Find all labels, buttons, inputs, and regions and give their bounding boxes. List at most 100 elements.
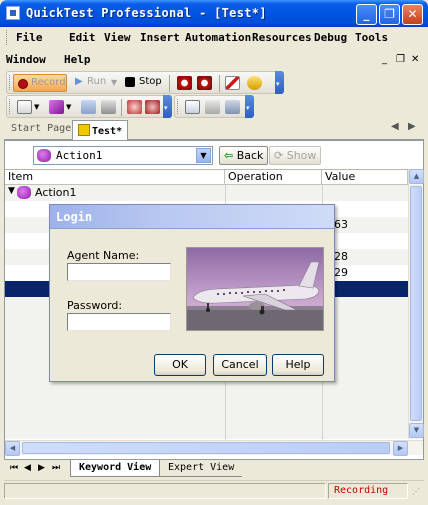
scroll-right-icon[interactable]: ▶ (393, 441, 408, 456)
next-tab-icon[interactable]: ▶ (38, 463, 45, 473)
tab-scroll-right-icon[interactable]: ▶ (408, 121, 416, 132)
table-row[interactable]: ▼ Action1 (5, 185, 423, 201)
menu-help[interactable]: Help (64, 53, 91, 66)
column-header-operation[interactable]: Operation (225, 170, 322, 185)
insert-checkpoint-icon[interactable] (177, 76, 192, 90)
prev-tab-icon[interactable]: ◀ (24, 463, 31, 473)
tab-scroll-left-icon[interactable]: ◀ (391, 121, 399, 132)
menu-window[interactable]: Window (6, 53, 46, 66)
new-step-icon[interactable] (17, 100, 32, 114)
breakpoint-icon[interactable] (127, 100, 142, 114)
ok-button[interactable]: OK (154, 354, 206, 376)
automation-toolbar: Record ▶ Run ▼ Stop (6, 71, 284, 94)
show-button-label: Show (286, 149, 317, 162)
bulb-icon[interactable] (247, 76, 262, 90)
record-label: Record (31, 77, 66, 88)
clear-breakpoints-icon[interactable] (145, 100, 160, 114)
toolbar-separator (219, 75, 220, 92)
title-bar[interactable]: QuickTest Professional - [Test*] _ ❐ ✕ (0, 0, 428, 27)
tab-test-label: Test* (92, 126, 123, 137)
resize-grip-icon[interactable]: ⋰ (412, 487, 420, 496)
record-button[interactable]: Record (13, 74, 67, 92)
password-label: Password: (67, 299, 123, 312)
menu-tools[interactable]: Tools (355, 31, 388, 44)
menu-grip[interactable] (6, 30, 9, 45)
password-field[interactable] (67, 313, 171, 331)
toolbar-grip[interactable] (177, 99, 180, 114)
toolbar-grip[interactable] (9, 75, 12, 90)
last-tab-icon[interactable]: ⏭ (52, 463, 60, 473)
cancel-button[interactable]: Cancel (213, 354, 267, 376)
scroll-thumb[interactable] (410, 186, 422, 421)
toolbar-grip[interactable] (9, 99, 12, 114)
mdi-close-button[interactable]: ✕ (411, 54, 419, 65)
test-icon (78, 124, 90, 136)
run-button[interactable]: Run (87, 76, 106, 87)
first-tab-icon[interactable]: ⏮ (10, 463, 18, 473)
stop-button[interactable]: Stop (139, 76, 162, 87)
dropdown-icon[interactable]: ▼ (66, 103, 71, 111)
tab-expert-view[interactable]: Expert View (160, 460, 243, 477)
close-button[interactable]: ✕ (402, 4, 423, 25)
collapse-icon[interactable]: ▼ (8, 186, 15, 196)
recording-status: Recording (334, 485, 389, 496)
tab-test[interactable]: Test* (72, 120, 129, 140)
action-icon (17, 186, 31, 199)
debug-viewer-icon[interactable] (225, 100, 240, 114)
back-button[interactable]: ⇦ Back (219, 146, 269, 165)
tree-root-label: Action1 (35, 186, 77, 199)
object-spy-icon[interactable] (81, 100, 96, 114)
mdi-restore-button[interactable]: ❐ (396, 54, 405, 65)
mdi-minimize-button[interactable]: _ (382, 54, 387, 65)
scroll-up-icon[interactable]: ▲ (409, 169, 424, 184)
minimize-button[interactable]: _ (356, 4, 377, 25)
toolbar-options-icon[interactable] (275, 71, 284, 94)
column-header-item[interactable]: Item (5, 170, 225, 185)
toolbar-options-icon[interactable] (245, 95, 254, 118)
insert-output-icon[interactable] (197, 76, 212, 90)
agent-name-label: Agent Name: (67, 249, 140, 262)
view-tabs: ⏮ ◀ ▶ ⏭ Keyword View Expert View (4, 460, 424, 478)
scroll-thumb[interactable] (22, 442, 390, 454)
menu-view[interactable]: View (104, 31, 131, 44)
document-tabs: Start Page Test* ◀ ▶ (4, 118, 424, 140)
show-button[interactable]: ⟳ Show (269, 146, 322, 165)
vertical-scrollbar[interactable]: ▲ ▼ (408, 169, 424, 439)
horizontal-scrollbar[interactable]: ◀ ▶ (5, 440, 423, 456)
data-table-icon[interactable] (185, 100, 200, 114)
clear-icon[interactable] (225, 76, 240, 90)
scroll-down-icon[interactable]: ▼ (409, 423, 424, 438)
menu-automation[interactable]: Automation (185, 31, 251, 44)
menu-insert[interactable]: Insert (140, 31, 180, 44)
maximize-button[interactable]: ❐ (379, 4, 400, 25)
scroll-left-icon[interactable]: ◀ (5, 441, 20, 456)
toolbar-separator (121, 99, 122, 116)
column-header-value[interactable]: Value (322, 170, 408, 185)
menu-file[interactable]: File (16, 31, 43, 44)
tab-keyword-view[interactable]: Keyword View (70, 460, 161, 477)
action-selector[interactable]: Action1 ▼ (33, 146, 213, 165)
chevron-down-icon[interactable]: ▼ (196, 148, 211, 163)
menu-debug[interactable]: Debug (314, 31, 347, 44)
dialog-title-bar[interactable]: Login (50, 205, 334, 229)
active-screen-icon[interactable] (205, 100, 220, 114)
dropdown-icon[interactable]: ▼ (34, 103, 39, 111)
airplane-image (186, 247, 324, 331)
action-icon[interactable] (49, 100, 64, 114)
agent-name-field[interactable] (67, 263, 171, 281)
toolbar-options-icon[interactable] (163, 95, 172, 118)
tab-start-page[interactable]: Start Page (6, 120, 76, 140)
dialog-title: Login (56, 210, 93, 224)
login-dialog: Login Agent Name: Password: OK Cancel He… (49, 204, 335, 382)
run-icon: ▶ (75, 76, 83, 87)
object-repository-icon[interactable] (101, 100, 116, 114)
run-dropdown-icon[interactable]: ▼ (111, 78, 117, 87)
record-icon (18, 79, 28, 89)
help-button[interactable]: Help (272, 354, 324, 376)
menu-edit[interactable]: Edit (69, 31, 96, 44)
menu-bar: File Edit View Insert Automation Resourc… (4, 27, 424, 71)
back-arrow-icon: ⇦ (224, 149, 234, 162)
status-bar: Recording ⋰ (4, 480, 424, 500)
status-panel (4, 483, 326, 499)
menu-resources[interactable]: Resources (252, 31, 312, 44)
